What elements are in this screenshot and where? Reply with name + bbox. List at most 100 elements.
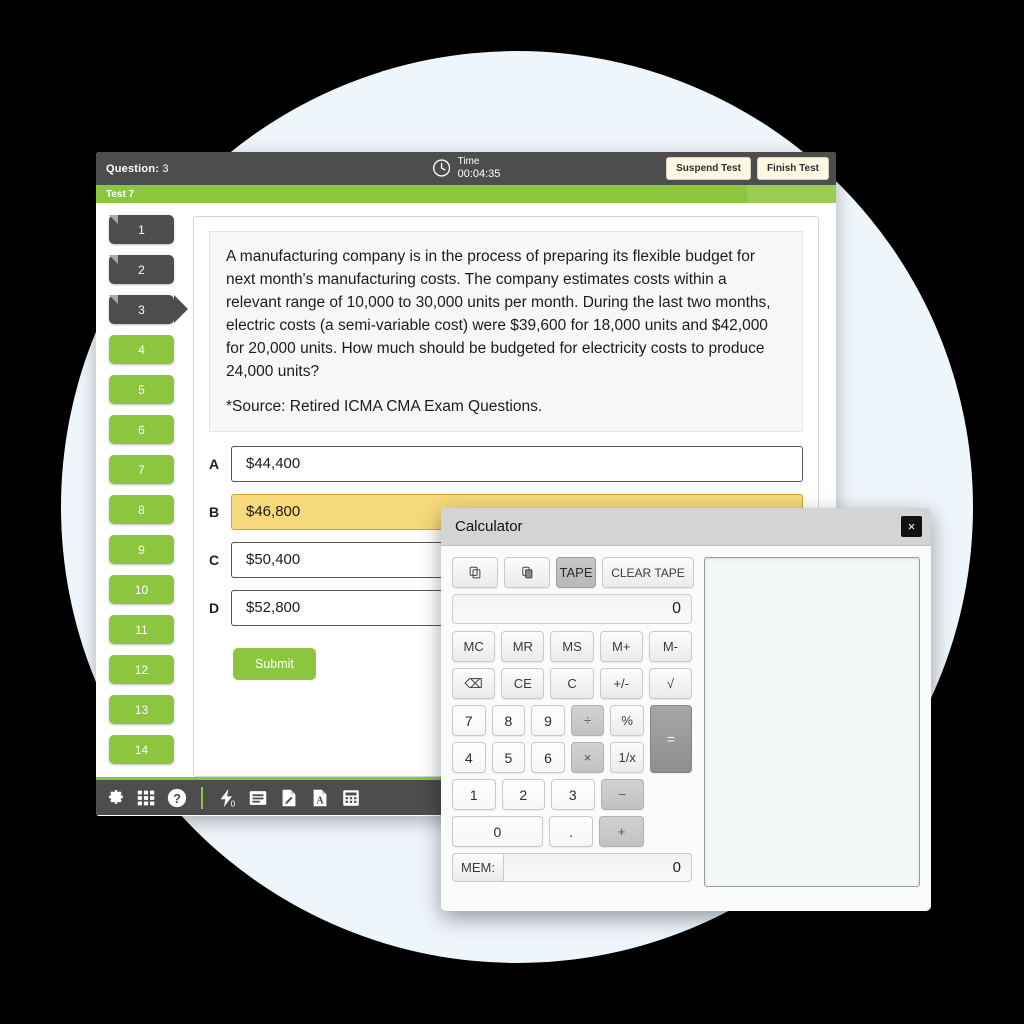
question-chip-number: 1 [138,222,145,237]
calculator-memory-field: MEM: 0 [452,853,692,882]
svg-text:0: 0 [231,799,236,808]
test-title: Test 7 [106,188,135,200]
question-chip-14[interactable]: 14 [109,735,174,764]
pdf-icon[interactable]: A [309,787,331,809]
calculator-title: Calculator [455,518,523,535]
calc-key-[interactable]: − [600,779,644,810]
calc-key-6[interactable]: 6 [531,742,565,773]
calculator-tape-panel[interactable] [704,557,920,887]
question-chip-6[interactable]: 6 [109,415,174,444]
calc-key-c[interactable]: C [550,668,594,699]
screenshot-stage: Question: 3 Time 00:04:35 Suspend Test F… [0,0,1024,1024]
question-body: A manufacturing company is in the proces… [226,248,771,380]
question-chip-9[interactable]: 9 [109,535,174,564]
question-text-panel: A manufacturing company is in the proces… [209,231,803,432]
calculator-memory-row: MC MR MS M+ M- [452,631,693,662]
calculator-display: 0 [452,594,692,624]
calc-key-7[interactable]: 7 [452,705,486,736]
question-chip-number: 6 [138,422,145,437]
question-chip-number: 4 [138,342,145,357]
question-chip-7[interactable]: 7 [109,455,174,484]
grid-icon[interactable] [135,787,157,809]
equals-button[interactable]: = [650,705,692,773]
calc-key-3[interactable]: 3 [551,779,595,810]
svg-text:A: A [316,795,324,806]
calc-key-mr[interactable]: MR [501,631,545,662]
flash-zero-icon[interactable]: 0 [216,787,238,809]
submit-button[interactable]: Submit [233,647,316,680]
question-chip-12[interactable]: 12 [109,655,174,684]
question-chip-8[interactable]: 8 [109,495,174,524]
answer-letter: B [209,503,220,520]
calc-key-9[interactable]: 9 [531,705,565,736]
calculator-tape-toolbar: TAPE CLEAR TAPE [452,557,694,588]
question-source: *Source: Retired ICMA CMA Exam Questions… [226,397,543,415]
calc-key-m+[interactable]: M+ [599,631,643,662]
suspend-test-button[interactable]: Suspend Test [666,157,751,180]
help-icon[interactable]: ? [166,787,188,809]
calc-key-m-[interactable]: M- [648,631,693,662]
copy-icon[interactable] [452,557,498,588]
calc-key-5[interactable]: 5 [491,742,526,773]
question-chip-3[interactable]: 3 [109,295,188,324]
calculator-row-0: 0. + [452,816,692,847]
calc-key-2[interactable]: 2 [501,779,545,810]
calc-key-1/x[interactable]: 1/x [610,742,644,773]
timer-label: Time [457,156,480,168]
calc-key-+[interactable]: + [599,816,644,847]
finish-test-button[interactable]: Finish Test [756,157,829,180]
question-counter-number: 3 [162,162,169,175]
edit-document-icon[interactable] [278,787,300,809]
question-chip-2[interactable]: 2 [109,255,174,284]
calculator-number-pad: 7 8 9 ÷% 4 5 6 × 1/x 1 2 3− 0. + = [452,705,692,847]
calc-key-[interactable]: × [570,742,605,773]
paste-icon[interactable] [504,557,550,588]
clear-tape-button[interactable]: CLEAR TAPE [602,557,694,588]
question-chip-10[interactable]: 10 [109,575,174,604]
question-chip-number: 2 [138,262,145,277]
answer-option-A[interactable]: A $44,400 [209,445,803,482]
calculator-title-bar[interactable]: Calculator × [441,508,931,546]
calc-key-1[interactable]: 1 [452,779,496,810]
question-chip-13[interactable]: 13 [109,695,174,724]
question-chip-4[interactable]: 4 [109,335,174,364]
calc-key-4[interactable]: 4 [452,742,486,773]
question-navigator: 1 2 3 4 5 6 7 8 9 10 11 12 13 14 [96,203,193,777]
question-chip-5[interactable]: 5 [109,375,174,404]
calc-key-[interactable]: √ [648,668,693,699]
answer-letter: A [209,455,220,472]
question-chip-1[interactable]: 1 [109,215,174,244]
close-icon[interactable]: × [901,516,922,537]
question-chip-number: 11 [135,622,148,637]
calculator-row-123: 1 2 3− [452,779,692,810]
gear-icon[interactable] [104,787,126,809]
toolbar-separator [201,786,203,809]
calc-key-ms[interactable]: MS [550,631,594,662]
notes-icon[interactable] [247,787,269,809]
calc-key-8[interactable]: 8 [491,705,526,736]
question-chip-number: 10 [134,582,149,597]
calc-key-ce[interactable]: CE [501,668,545,699]
calc-key-[interactable]: ÷ [570,705,605,736]
question-counter-label: Question: [106,162,160,175]
calc-key-[interactable]: % [610,705,644,736]
question-chip-number: 12 [134,662,149,677]
calc-key-0[interactable]: 0 [452,816,543,847]
question-chip-11[interactable]: 11 [109,615,174,644]
answer-value[interactable]: $44,400 [231,445,803,482]
tape-button[interactable]: TAPE [556,557,596,588]
calc-key-[interactable]: . [548,816,594,847]
question-chip-number: 7 [138,462,145,477]
calculator-icon[interactable] [340,787,362,809]
top-bar-actions: Suspend Test Finish Test [666,157,829,180]
svg-text:?: ? [173,790,181,805]
answer-letter: D [209,599,220,616]
question-chip-number: 13 [134,702,149,717]
memory-label: MEM: [452,853,503,882]
answer-letter: C [209,551,220,568]
question-chip-number: 9 [138,542,145,557]
calc-key-[interactable]: ⌫ [452,668,496,699]
calc-key-mc[interactable]: MC [452,631,496,662]
calc-key-+/-[interactable]: +/- [599,668,643,699]
question-chip-number: 3 [138,302,145,317]
